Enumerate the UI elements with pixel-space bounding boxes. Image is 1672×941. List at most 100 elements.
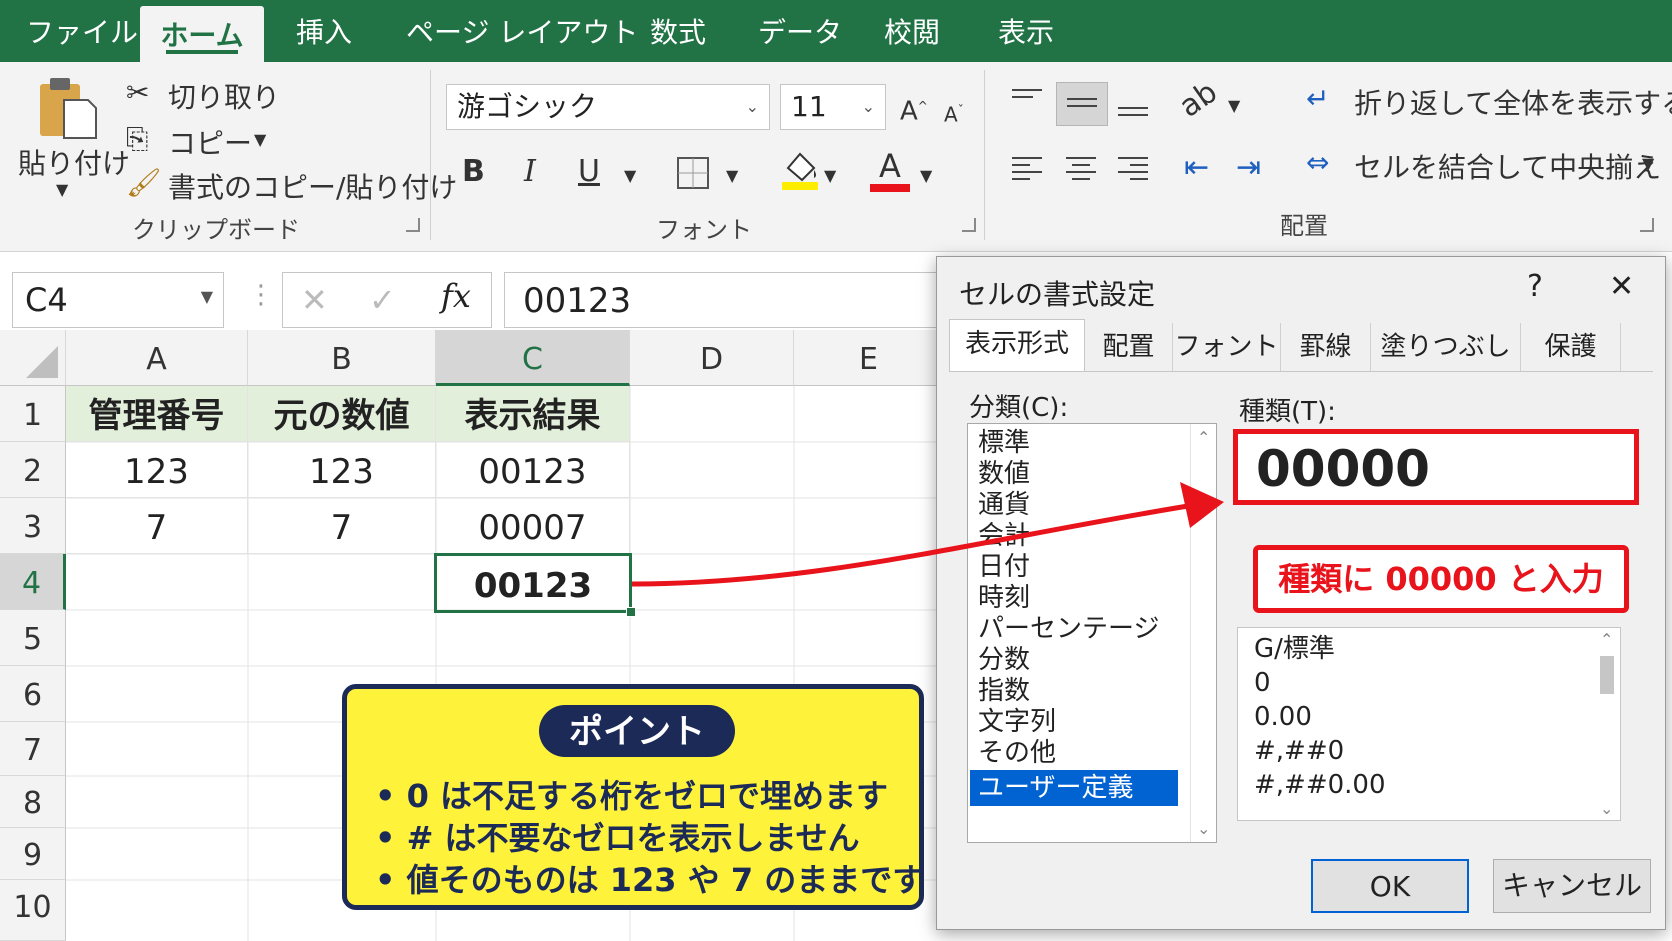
tab-home[interactable]: ホーム	[140, 6, 264, 62]
font-name-select[interactable]: 游ゴシック ⌄	[446, 84, 770, 130]
row-header-5[interactable]: 5	[0, 610, 66, 666]
name-box-dropdown-icon[interactable]: ▼	[201, 287, 213, 306]
scroll-down-icon[interactable]: ⌄	[1197, 819, 1210, 838]
merge-dropdown-icon[interactable]: ▼	[1642, 154, 1654, 173]
row-header-8[interactable]: 8	[0, 776, 66, 828]
orientation-dropdown-icon[interactable]: ▼	[1228, 86, 1240, 126]
row-header-9[interactable]: 9	[0, 828, 66, 880]
column-header-c[interactable]: C	[436, 330, 630, 386]
category-item[interactable]: 会計	[978, 521, 1030, 552]
cancel-button[interactable]: キャンセル	[1493, 859, 1651, 913]
paste-button[interactable]: 貼り付け ▼	[18, 72, 130, 202]
category-item[interactable]: 標準	[978, 428, 1030, 459]
cell-c1[interactable]: 表示結果	[436, 386, 630, 442]
category-item[interactable]: 指数	[978, 676, 1030, 707]
tab-alignment[interactable]: 配置	[1085, 323, 1173, 371]
cell-a3[interactable]: 7	[66, 498, 248, 554]
column-header-e[interactable]: E	[794, 330, 944, 386]
grow-font-button[interactable]: A^	[900, 86, 928, 132]
name-box[interactable]: C4 ▼	[12, 272, 224, 328]
scroll-up-icon[interactable]: ⌃	[1197, 428, 1210, 447]
column-header-a[interactable]: A	[66, 330, 248, 386]
align-right-icon[interactable]	[1118, 152, 1148, 185]
alignment-launcher-icon[interactable]	[1640, 218, 1654, 232]
italic-button[interactable]: I	[524, 152, 536, 192]
row-header-7[interactable]: 7	[0, 722, 66, 776]
category-item[interactable]: 日付	[978, 552, 1030, 583]
cancel-entry-icon[interactable]: ✕	[301, 281, 328, 319]
align-center-icon[interactable]	[1066, 152, 1096, 185]
align-bottom-icon[interactable]	[1118, 102, 1148, 121]
scroll-up-icon[interactable]: ⌃	[1600, 630, 1613, 649]
font-launcher-icon[interactable]	[962, 218, 976, 232]
format-code-item[interactable]: G/標準	[1254, 634, 1335, 665]
tab-protection[interactable]: 保護	[1521, 323, 1621, 371]
category-item[interactable]: 文字列	[978, 707, 1056, 738]
type-input[interactable]: 00000	[1233, 429, 1639, 505]
scroll-thumb[interactable]	[1600, 656, 1614, 694]
borders-dropdown-icon[interactable]: ▼	[726, 156, 738, 196]
fill-handle[interactable]	[626, 607, 636, 617]
increase-indent-icon[interactable]: ⇥	[1236, 148, 1261, 188]
column-header-b[interactable]: B	[248, 330, 436, 386]
cell-c2[interactable]: 00123	[436, 442, 630, 498]
format-code-list[interactable]: G/標準 0 0.00 #,##0 #,##0.00 ⌃ ⌄	[1237, 627, 1621, 821]
category-item[interactable]: 数値	[978, 459, 1030, 490]
row-header-10[interactable]: 10	[0, 880, 66, 941]
cell-c3[interactable]: 00007	[436, 498, 630, 554]
align-middle-button[interactable]	[1056, 82, 1108, 126]
decrease-indent-icon[interactable]: ⇤	[1184, 148, 1209, 188]
select-all-corner[interactable]	[0, 330, 66, 386]
tab-number-format[interactable]: 表示形式	[949, 319, 1085, 371]
tab-insert[interactable]: 挿入	[296, 0, 352, 62]
help-button[interactable]: ?	[1527, 269, 1543, 304]
category-item[interactable]: パーセンテージ	[978, 614, 1159, 645]
fill-color-button[interactable]	[780, 146, 820, 203]
tab-formulas[interactable]: 数式	[650, 0, 706, 62]
tab-border[interactable]: 罫線	[1281, 323, 1371, 371]
format-code-item[interactable]: 0.00	[1254, 702, 1312, 733]
scroll-down-icon[interactable]: ⌄	[1600, 799, 1613, 818]
category-item-selected[interactable]: ユーザー定義	[970, 770, 1178, 806]
tab-fill[interactable]: 塗りつぶし	[1371, 323, 1521, 371]
row-header-1[interactable]: 1	[0, 386, 66, 442]
format-code-item[interactable]: #,##0.00	[1254, 770, 1386, 801]
cell-a2[interactable]: 123	[66, 442, 248, 498]
cell-b3[interactable]: 7	[248, 498, 436, 554]
category-item[interactable]: 通貨	[978, 490, 1030, 521]
category-scrollbar[interactable]: ⌃ ⌄	[1190, 424, 1216, 842]
row-header-2[interactable]: 2	[0, 442, 66, 498]
format-code-item[interactable]: 0	[1254, 668, 1271, 699]
confirm-entry-icon[interactable]: ✓	[369, 281, 396, 319]
copy-dropdown-icon[interactable]: ▼	[254, 130, 266, 149]
format-code-scrollbar[interactable]: ⌃ ⌄	[1594, 628, 1620, 820]
align-left-icon[interactable]	[1012, 152, 1042, 185]
borders-button[interactable]	[676, 152, 712, 203]
font-color-button[interactable]: A	[870, 146, 910, 192]
category-item[interactable]: 時刻	[978, 583, 1030, 614]
category-item[interactable]: その他	[978, 738, 1056, 769]
tab-data[interactable]: データ	[758, 0, 842, 62]
row-header-6[interactable]: 6	[0, 666, 66, 722]
category-list[interactable]: 標準 数値 通貨 会計 日付 時刻 パーセンテージ 分数 指数 文字列 その他 …	[967, 423, 1217, 843]
clipboard-launcher-icon[interactable]	[406, 218, 420, 232]
insert-function-icon[interactable]: fx	[441, 277, 471, 315]
tab-review[interactable]: 校閲	[884, 0, 940, 62]
shrink-font-button[interactable]: Aˇ	[944, 90, 964, 135]
tab-font[interactable]: フォント	[1173, 323, 1281, 371]
column-header-d[interactable]: D	[630, 330, 794, 386]
font-color-dropdown-icon[interactable]: ▼	[920, 156, 932, 196]
format-code-item[interactable]: #,##0	[1254, 736, 1344, 767]
tab-file[interactable]: ファイル	[26, 0, 138, 62]
align-top-icon[interactable]	[1012, 84, 1042, 103]
tab-page-layout[interactable]: ページ レイアウト	[406, 0, 638, 62]
fill-dropdown-icon[interactable]: ▼	[824, 156, 836, 196]
orientation-icon[interactable]: ab	[1172, 73, 1226, 127]
cell-c4-selected[interactable]: 00123	[434, 553, 632, 613]
cell-b1[interactable]: 元の数値	[248, 386, 436, 442]
tab-view[interactable]: 表示	[998, 0, 1054, 62]
underline-button[interactable]: U	[578, 152, 600, 192]
category-item[interactable]: 分数	[978, 645, 1030, 676]
underline-dropdown-icon[interactable]: ▼	[624, 156, 636, 196]
row-header-3[interactable]: 3	[0, 498, 66, 554]
